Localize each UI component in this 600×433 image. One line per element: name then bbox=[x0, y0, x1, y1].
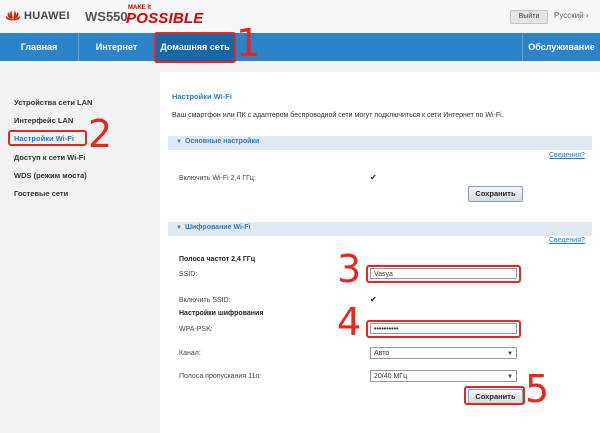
enable-wifi-label: Включить Wi-Fi 2,4 ГГц: bbox=[179, 175, 256, 182]
huawei-logo: HUAWEI bbox=[5, 10, 70, 22]
dropdown-arrow-icon: ▼ bbox=[507, 351, 513, 357]
bandwidth-select[interactable]: 20/40 МГц ▼ bbox=[370, 370, 517, 382]
brand-name: HUAWEI bbox=[24, 10, 70, 22]
top-bar: HUAWEI WS550 MAKE it POSSIBLE Выйти Русс… bbox=[0, 0, 600, 33]
nav-maintenance[interactable]: Обслуживание bbox=[523, 33, 600, 61]
save-basic-button[interactable]: Сохранить bbox=[468, 186, 523, 202]
channel-label: Канал: bbox=[179, 350, 201, 357]
collapse-arrow-icon: ▼ bbox=[176, 225, 182, 231]
channel-select[interactable]: Авто ▼ bbox=[370, 347, 517, 359]
encryption-title: ▼ Шифрование Wi-Fi bbox=[176, 224, 250, 231]
language-label: Русский bbox=[554, 11, 584, 20]
slogan: MAKE it POSSIBLE bbox=[126, 5, 203, 26]
annotation-number-1: 1 bbox=[236, 21, 261, 65]
nav-internet[interactable]: Интернет bbox=[79, 33, 154, 61]
annotation-number-2: 2 bbox=[88, 112, 113, 156]
sidebar-item-guest-networks[interactable]: Гостевые сети bbox=[14, 189, 68, 198]
channel-value: Авто bbox=[374, 350, 390, 357]
annotation-box-sidebar bbox=[8, 130, 87, 146]
basic-details-link[interactable]: Сведения? bbox=[549, 152, 585, 159]
annotation-number-4: 4 bbox=[337, 300, 362, 344]
wpa-psk-label: WPA-PSK: bbox=[179, 326, 213, 333]
annotation-number-3: 3 bbox=[337, 247, 362, 291]
slogan-big: POSSIBLE bbox=[126, 10, 204, 27]
page-title: Настройки Wi-Fi bbox=[172, 92, 232, 101]
bandwidth-value: 20/40 МГц bbox=[374, 373, 408, 380]
encryption-details-link[interactable]: Сведения? bbox=[549, 237, 585, 244]
basic-settings-title: ▼ Основные настройки bbox=[176, 138, 259, 145]
sidebar-item-lan-devices[interactable]: Устройства сети LAN bbox=[14, 98, 92, 107]
ssid-label: SSID: bbox=[179, 271, 198, 278]
encryption-label: Шифрование Wi-Fi bbox=[184, 224, 251, 231]
sidebar-item-wifi-access[interactable]: Доступ к сети Wi-Fi bbox=[14, 153, 85, 162]
enable-ssid-label: Включить SSID: bbox=[179, 297, 231, 304]
annotation-box-password bbox=[366, 320, 521, 338]
annotation-box-nav bbox=[154, 32, 236, 63]
page-description: Ваш смартфон или ПК с адаптером беспрово… bbox=[172, 112, 504, 119]
annotation-number-5: 5 bbox=[525, 367, 550, 411]
encryption-settings-title: Настройки шифрования bbox=[179, 310, 264, 317]
huawei-flower-icon bbox=[5, 10, 21, 21]
enable-ssid-checkbox[interactable]: ✔ bbox=[370, 295, 377, 304]
collapse-arrow-icon: ▼ bbox=[176, 139, 182, 145]
basic-settings-label: Основные настройки bbox=[184, 138, 260, 145]
band-title: Полоса частот 2,4 ГГц bbox=[179, 256, 256, 263]
chevron-right-icon: › bbox=[585, 11, 589, 20]
logout-button[interactable]: Выйти bbox=[510, 10, 548, 24]
enable-wifi-checkbox[interactable]: ✔ bbox=[370, 173, 377, 182]
nav-home[interactable]: Главная bbox=[0, 33, 78, 61]
annotation-box-save bbox=[464, 386, 525, 405]
language-select[interactable]: Русский › bbox=[554, 11, 589, 20]
model-name: WS550 bbox=[85, 9, 128, 24]
annotation-box-ssid bbox=[366, 265, 521, 283]
dropdown-arrow-icon: ▼ bbox=[507, 374, 513, 380]
bandwidth-label: Полоса пропускания 11n: bbox=[179, 373, 262, 380]
main-nav: Главная Интернет Домашняя сеть Обслужива… bbox=[0, 33, 600, 61]
sidebar-item-wds[interactable]: WDS (режим моста) bbox=[14, 171, 87, 180]
sidebar-item-lan-interface[interactable]: Интерфейс LAN bbox=[14, 116, 73, 125]
